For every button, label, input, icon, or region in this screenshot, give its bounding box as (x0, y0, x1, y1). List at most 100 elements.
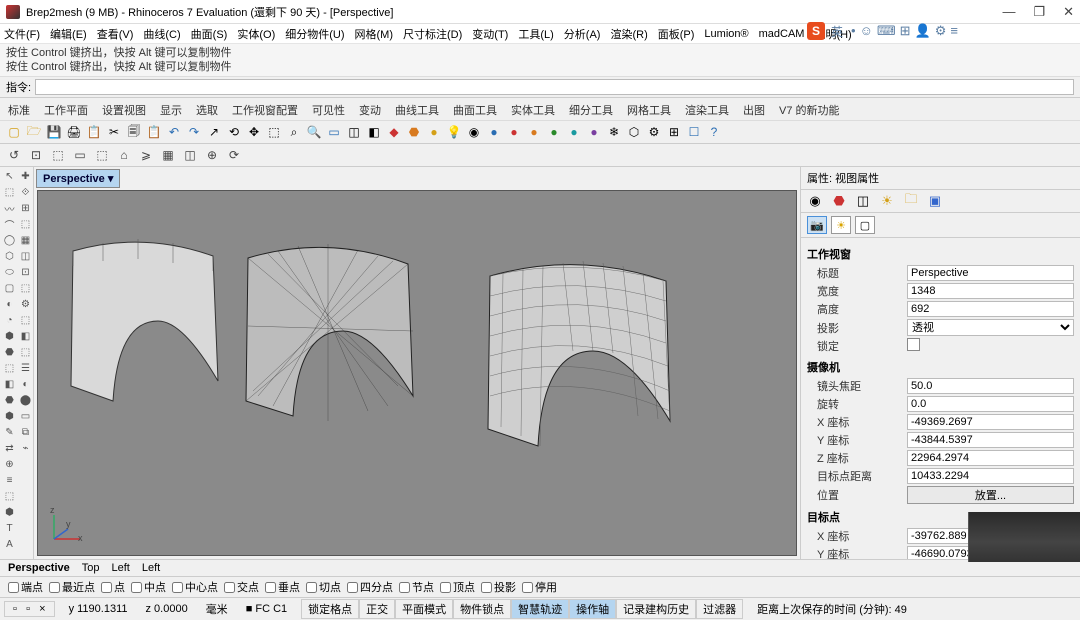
osnap-item[interactable]: 投影 (481, 579, 516, 595)
panel-tab[interactable]: 可见性 (312, 102, 345, 118)
panel-tab[interactable]: 曲线工具 (395, 102, 439, 118)
toolbar-icon[interactable]: ⬣ (406, 124, 422, 140)
prop-input[interactable] (907, 283, 1074, 299)
prop-input[interactable] (907, 450, 1074, 466)
tool-icon[interactable]: ▢ (2, 281, 17, 296)
status-toggle[interactable]: 物件锁点 (453, 599, 511, 619)
osnap-item[interactable]: 节点 (399, 579, 434, 595)
tool-icon[interactable]: ⊕ (2, 457, 17, 472)
maximize-button[interactable]: ❐ (1033, 4, 1045, 20)
prop-tab-folder-icon[interactable]: 🗀 (903, 193, 919, 209)
viewport-tab[interactable]: Left (142, 562, 160, 574)
toolbar-icon[interactable]: ● (506, 124, 522, 140)
tool-icon[interactable]: ◧ (18, 329, 33, 344)
toolbar2-icon[interactable]: ⌂ (116, 147, 132, 163)
panel-tab[interactable]: 曲面工具 (453, 102, 497, 118)
menu-item[interactable]: 分析(A) (564, 26, 601, 42)
tool-icon[interactable]: ↖ (2, 169, 17, 184)
toolbar2-icon[interactable]: ⊡ (28, 147, 44, 163)
toolbar-icon[interactable]: ◧ (366, 124, 382, 140)
osnap-item[interactable]: 中点 (131, 579, 166, 595)
toolbar-icon[interactable]: ↗ (206, 124, 222, 140)
menu-item[interactable]: 曲面(S) (191, 26, 228, 42)
toolbar-icon[interactable]: ● (486, 124, 502, 140)
toolbar2-icon[interactable]: ▭ (72, 147, 88, 163)
prop-input[interactable] (907, 414, 1074, 430)
tool-icon[interactable]: ⬚ (18, 313, 33, 328)
toolbar-icon[interactable]: ● (586, 124, 602, 140)
toolbar2-icon[interactable]: ⬚ (50, 147, 66, 163)
prop-input[interactable] (907, 396, 1074, 412)
osnap-item[interactable]: 中心点 (172, 579, 218, 595)
tool-icon[interactable]: ⬚ (18, 217, 33, 232)
panel-tab[interactable]: 网格工具 (627, 102, 671, 118)
osnap-item[interactable]: 四分点 (347, 579, 393, 595)
toolbar2-icon[interactable]: ⬚ (94, 147, 110, 163)
tool-icon[interactable]: ⬚ (2, 361, 17, 376)
toolbar-icon[interactable]: ↷ (186, 124, 202, 140)
ime-toolbar[interactable]: •☺⌨⊞👤⚙≡ (849, 23, 960, 39)
prop-tab-material-icon[interactable]: ⬣ (831, 193, 847, 209)
tool-icon[interactable]: ⬢ (2, 505, 17, 520)
toolbar2-icon[interactable]: ↺ (6, 147, 22, 163)
viewport-title[interactable]: Perspective ▾ (36, 169, 120, 188)
toolbar-icon[interactable]: ☐ (686, 124, 702, 140)
tool-icon[interactable]: ⬚ (18, 345, 33, 360)
toolbar-icon[interactable]: ● (566, 124, 582, 140)
menu-item[interactable]: 网格(M) (355, 26, 394, 42)
toolbar-icon[interactable]: ▭ (326, 124, 342, 140)
tool-icon[interactable]: ⬭ (2, 265, 17, 280)
tool-icon[interactable]: ⊞ (18, 201, 33, 216)
prop-input[interactable] (907, 378, 1074, 394)
panel-tab[interactable]: 实体工具 (511, 102, 555, 118)
menu-item[interactable]: 查看(V) (97, 26, 134, 42)
prop-input[interactable] (907, 468, 1074, 484)
prop-input[interactable] (907, 301, 1074, 317)
tool-icon[interactable]: ⬢ (2, 329, 17, 344)
viewport-tab[interactable]: Top (82, 562, 100, 574)
toolbar-icon[interactable]: ⬡ (626, 124, 642, 140)
menu-item[interactable]: 尺寸标注(D) (403, 26, 462, 42)
status-toggle[interactable]: 智慧轨迹 (511, 599, 569, 619)
menu-item[interactable]: 变动(T) (472, 26, 508, 42)
toolbar-icon[interactable]: ⌕ (286, 124, 302, 140)
menu-item[interactable]: 细分物件(U) (285, 26, 344, 42)
tool-icon[interactable]: ◐ (18, 377, 33, 392)
tool-icon[interactable]: ⬚ (2, 489, 17, 504)
status-toggle[interactable]: 正交 (359, 599, 395, 619)
status-toggle[interactable]: 记录建构历史 (616, 599, 696, 619)
tool-icon[interactable]: ⧉ (18, 425, 33, 440)
tool-icon[interactable]: ◐ (2, 297, 17, 312)
prop-select[interactable]: 透视 (907, 319, 1074, 336)
osnap-item[interactable]: 端点 (8, 579, 43, 595)
panel-tab[interactable]: 出图 (743, 102, 765, 118)
tool-icon[interactable]: ⚙ (18, 297, 33, 312)
tool-icon[interactable]: ✚ (18, 169, 33, 184)
toolbar-icon[interactable]: ▢ (6, 124, 22, 140)
menu-item[interactable]: 实体(O) (237, 26, 275, 42)
toolbar-icon[interactable]: 🖨 (66, 124, 82, 140)
prop-tab-layer-icon[interactable]: ◫ (855, 193, 871, 209)
status-toggle[interactable]: 锁定格点 (301, 599, 359, 619)
sogou-icon[interactable]: S (807, 22, 825, 40)
panel-tab[interactable]: 设置视图 (102, 102, 146, 118)
panel-tab[interactable]: 细分工具 (569, 102, 613, 118)
prop-checkbox[interactable] (907, 338, 920, 351)
menu-item[interactable]: Lumion® (704, 28, 748, 40)
menu-item[interactable]: 编辑(E) (50, 26, 87, 42)
tool-icon[interactable]: ≡ (2, 473, 17, 488)
prop-tab-object-icon[interactable]: ◉ (807, 193, 823, 209)
tool-icon[interactable]: ⬚ (2, 185, 17, 200)
toolbar-icon[interactable]: 🗐 (126, 124, 142, 140)
panel-tab[interactable]: 选取 (196, 102, 218, 118)
tool-icon[interactable]: ✎ (2, 425, 17, 440)
toolbar-icon[interactable]: ◆ (386, 124, 402, 140)
mode-sun-icon[interactable]: ☀ (831, 216, 851, 234)
toolbar-icon[interactable]: ⚙ (646, 124, 662, 140)
toolbar-icon[interactable]: ↶ (166, 124, 182, 140)
menu-item[interactable]: 文件(F) (4, 26, 40, 42)
toolbar-icon[interactable]: ⊞ (666, 124, 682, 140)
toolbar-icon[interactable]: ? (706, 124, 722, 140)
toolbar2-icon[interactable]: ▦ (160, 147, 176, 163)
prop-button[interactable]: 放置... (907, 486, 1074, 504)
